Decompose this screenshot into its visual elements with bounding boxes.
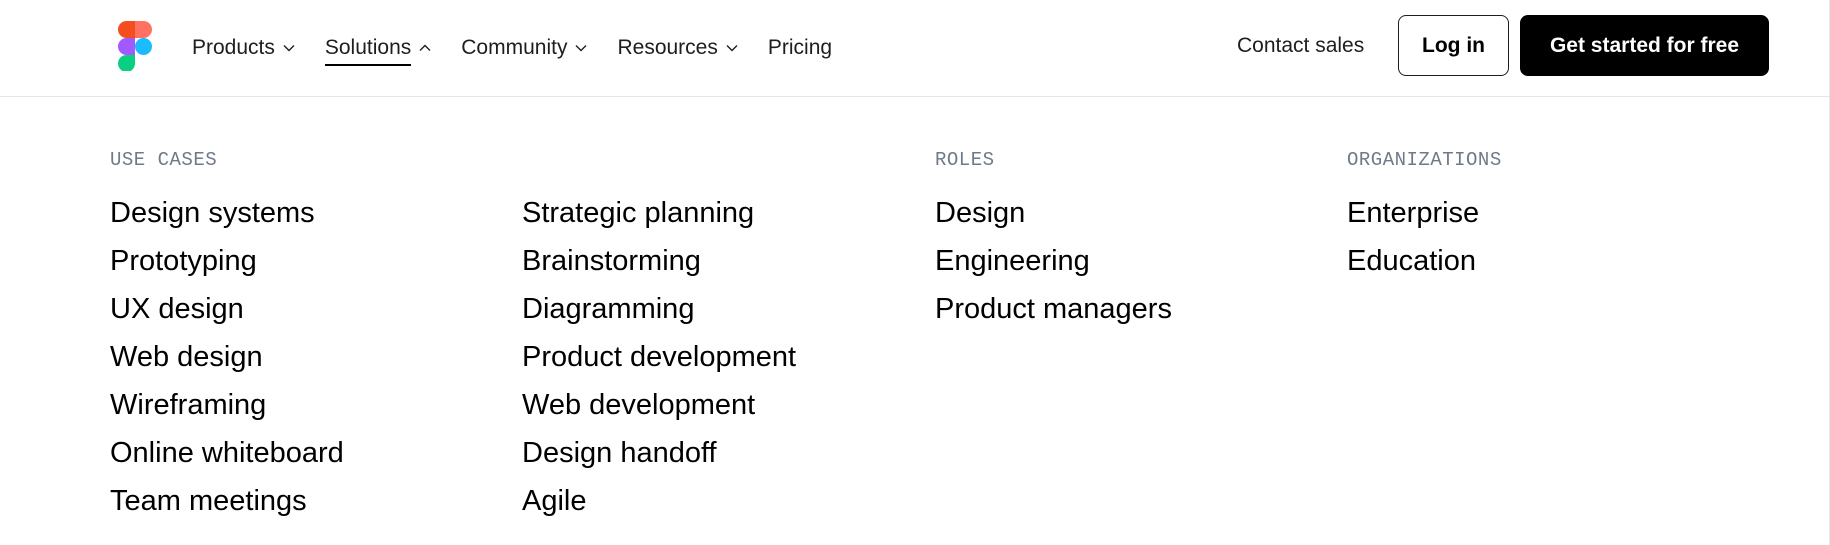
organizations-list: Enterprise Education (1347, 189, 1502, 285)
use-cases-list: Design systems Prototyping UX design Web… (110, 189, 344, 525)
get-started-button[interactable]: Get started for free (1520, 15, 1769, 76)
solutions-dropdown-menu: USE CASES Design systems Prototyping UX … (0, 98, 1829, 545)
nav-products[interactable]: Products (192, 0, 295, 96)
login-button[interactable]: Log in (1398, 15, 1509, 76)
menu-item-product-development[interactable]: Product development (522, 333, 796, 381)
top-nav-bar: Products Solutions Community Resources P… (0, 0, 1829, 97)
nav-pricing-label: Pricing (767, 36, 833, 59)
menu-item-prototyping[interactable]: Prototyping (110, 237, 344, 285)
nav-solutions-label: Solutions (324, 36, 412, 66)
figma-logo-icon[interactable] (118, 21, 152, 71)
menu-item-ux-design[interactable]: UX design (110, 285, 344, 333)
main-nav: Products Solutions Community Resources P… (192, 0, 862, 96)
chevron-down-icon (575, 45, 587, 52)
nav-community[interactable]: Community (461, 0, 587, 96)
menu-item-wireframing[interactable]: Wireframing (110, 381, 344, 429)
nav-solutions[interactable]: Solutions (324, 0, 431, 96)
contact-sales-link[interactable]: Contact sales (1237, 34, 1364, 58)
menu-item-engineering[interactable]: Engineering (935, 237, 1172, 285)
use-cases-column-2: Strategic planning Brainstorming Diagram… (522, 189, 796, 525)
organizations-heading: ORGANIZATIONS (1347, 149, 1502, 171)
menu-item-design-systems[interactable]: Design systems (110, 189, 344, 237)
menu-item-web-design[interactable]: Web design (110, 333, 344, 381)
nav-community-label: Community (461, 36, 568, 59)
nav-resources-label: Resources (617, 36, 718, 59)
nav-pricing[interactable]: Pricing (768, 0, 832, 96)
menu-item-agile[interactable]: Agile (522, 477, 796, 525)
menu-item-design[interactable]: Design (935, 189, 1172, 237)
menu-item-diagramming[interactable]: Diagramming (522, 285, 796, 333)
use-cases-list-2: Strategic planning Brainstorming Diagram… (522, 189, 796, 525)
menu-item-education[interactable]: Education (1347, 237, 1502, 285)
nav-products-label: Products (192, 36, 275, 59)
chevron-down-icon (726, 45, 738, 52)
organizations-column: ORGANIZATIONS Enterprise Education (1347, 150, 1502, 285)
use-cases-column: USE CASES Design systems Prototyping UX … (110, 150, 344, 525)
menu-item-product-managers[interactable]: Product managers (935, 285, 1172, 333)
menu-item-web-development[interactable]: Web development (522, 381, 796, 429)
chevron-up-icon (419, 44, 431, 51)
menu-item-online-whiteboard[interactable]: Online whiteboard (110, 429, 344, 477)
menu-item-enterprise[interactable]: Enterprise (1347, 189, 1502, 237)
menu-item-design-handoff[interactable]: Design handoff (522, 429, 796, 477)
nav-resources[interactable]: Resources (617, 0, 738, 96)
roles-column: ROLES Design Engineering Product manager… (935, 150, 1172, 333)
roles-heading: ROLES (935, 149, 995, 171)
menu-item-team-meetings[interactable]: Team meetings (110, 477, 344, 525)
use-cases-heading: USE CASES (110, 149, 218, 171)
menu-item-brainstorming[interactable]: Brainstorming (522, 237, 796, 285)
roles-list: Design Engineering Product managers (935, 189, 1172, 333)
chevron-down-icon (283, 45, 295, 52)
menu-item-strategic-planning[interactable]: Strategic planning (522, 189, 796, 237)
